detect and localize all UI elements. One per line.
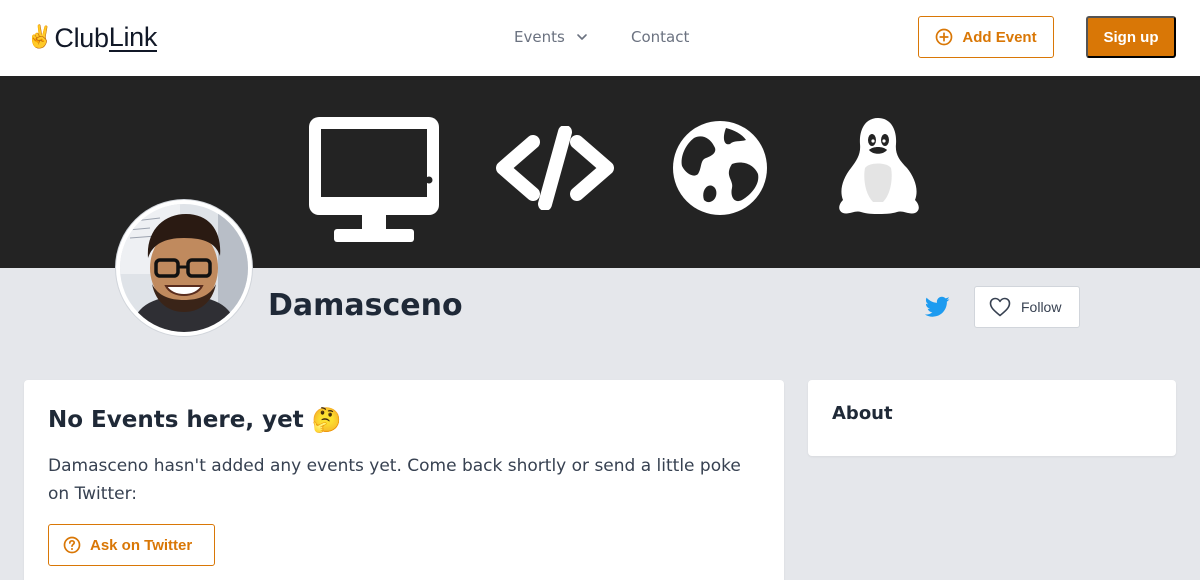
heart-icon bbox=[989, 297, 1011, 317]
follow-label: Follow bbox=[1021, 299, 1062, 315]
ask-on-twitter-button[interactable]: Ask on Twitter bbox=[48, 524, 215, 566]
site-header: ✌️ Club Link Events Contact Add Event Si… bbox=[0, 0, 1200, 76]
question-circle-icon bbox=[63, 536, 81, 554]
monitor-icon bbox=[309, 117, 439, 242]
follow-button[interactable]: Follow bbox=[974, 286, 1080, 328]
code-icon bbox=[496, 126, 614, 210]
signup-button[interactable]: Sign up bbox=[1086, 16, 1176, 58]
logo-text-club: Club bbox=[54, 22, 109, 53]
thinking-face-icon: 🤔 bbox=[311, 406, 342, 434]
plus-circle-icon bbox=[935, 28, 953, 46]
events-title-text: No Events here, yet bbox=[48, 407, 304, 433]
clublink-logo[interactable]: ✌️ Club Link bbox=[26, 21, 157, 55]
add-event-label: Add Event bbox=[962, 28, 1037, 46]
profile-name: Damasceno bbox=[268, 288, 463, 323]
nav-events-label: Events bbox=[514, 28, 565, 46]
avatar bbox=[116, 200, 252, 336]
victory-hand-icon: ✌️ bbox=[26, 25, 54, 50]
tux-icon bbox=[839, 118, 919, 214]
nav-events-dropdown[interactable]: Events bbox=[514, 26, 588, 48]
events-empty-description: Damasceno hasn't added any events yet. C… bbox=[48, 456, 741, 504]
about-card: About bbox=[808, 380, 1176, 456]
events-empty-title: No Events here, yet 🤔 bbox=[48, 404, 342, 436]
events-card: No Events here, yet 🤔 Damasceno hasn't a… bbox=[24, 380, 784, 580]
add-event-button[interactable]: Add Event bbox=[918, 16, 1054, 58]
chevron-down-icon bbox=[576, 31, 588, 43]
twitter-icon[interactable] bbox=[924, 296, 950, 318]
logo-text-link: Link bbox=[108, 21, 158, 52]
about-title: About bbox=[832, 403, 893, 424]
avatar-photo bbox=[120, 204, 248, 332]
ask-on-twitter-label: Ask on Twitter bbox=[90, 536, 193, 554]
globe-icon bbox=[673, 121, 767, 215]
nav-contact-link[interactable]: Contact bbox=[631, 26, 689, 48]
